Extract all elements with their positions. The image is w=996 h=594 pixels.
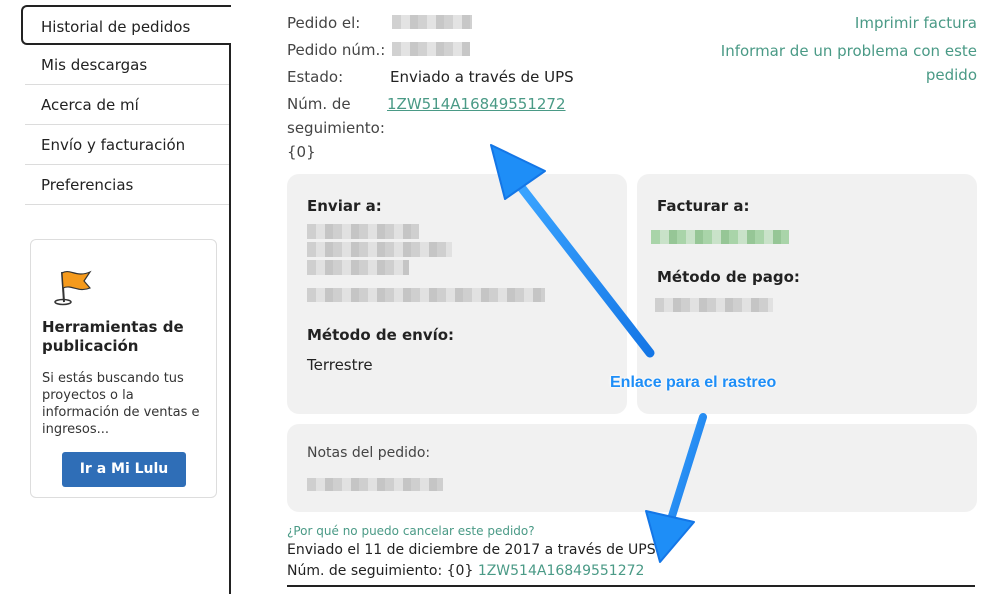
order-notes-redacted bbox=[307, 478, 443, 491]
footer-tracking-label: Núm. de seguimiento: {0} bbox=[287, 563, 474, 579]
sidebar-item-downloads[interactable]: Mis descargas bbox=[25, 45, 230, 85]
footer-tracking-number-link[interactable]: 1ZW514A16849551272 bbox=[478, 563, 645, 579]
payment-method-redacted bbox=[655, 298, 773, 312]
tracking-link-annotation: Enlace para el rastreo bbox=[610, 374, 777, 391]
bill-to-heading: Facturar a: bbox=[657, 197, 750, 215]
sidebar-item-shipping-billing[interactable]: Envío y facturación bbox=[25, 125, 230, 165]
publishing-tools-promo: Herramientas de publicación Si estás bus… bbox=[30, 239, 217, 498]
tracking-label-line3: {0} bbox=[287, 143, 316, 161]
status-value: Enviado a través de UPS bbox=[390, 68, 574, 86]
status-label: Estado: bbox=[287, 68, 344, 86]
sidebar-item-about-me[interactable]: Acerca de mí bbox=[25, 85, 230, 125]
ship-address-redacted bbox=[307, 260, 409, 275]
bill-name-redacted bbox=[651, 230, 789, 244]
report-problem-link[interactable]: Informar de un problema con este pedido bbox=[707, 39, 977, 87]
ship-address-redacted bbox=[307, 288, 545, 302]
order-date-redacted bbox=[392, 15, 472, 29]
footer-tracking-line: Núm. de seguimiento: {0} 1ZW514A16849551… bbox=[287, 563, 644, 579]
account-menu: Historial de pedidos Mis descargas Acerc… bbox=[21, 5, 231, 205]
ship-address-redacted bbox=[307, 224, 419, 239]
why-cant-cancel-link[interactable]: ¿Por qué no puedo cancelar este pedido? bbox=[287, 524, 535, 538]
payment-method-heading: Método de pago: bbox=[657, 268, 800, 286]
tracking-number-link[interactable]: 1ZW514A16849551272 bbox=[387, 92, 566, 117]
promo-text: Si estás buscando tus proyectos o la inf… bbox=[42, 371, 200, 437]
ship-address-redacted bbox=[307, 242, 452, 257]
shipped-info-text: Enviado el 11 de diciembre de 2017 a tra… bbox=[287, 542, 656, 558]
ship-to-heading: Enviar a: bbox=[307, 197, 382, 215]
shipping-method-heading: Método de envío: bbox=[307, 326, 455, 344]
tracking-label: Núm. de seguimiento: {0} bbox=[287, 92, 385, 164]
go-to-my-lulu-button[interactable]: Ir a Mi Lulu bbox=[62, 452, 186, 487]
order-notes-heading: Notas del pedido: bbox=[307, 445, 431, 461]
order-number-label: Pedido núm.: bbox=[287, 41, 386, 59]
promo-title: Herramientas de publicación bbox=[42, 318, 184, 355]
print-invoice-link[interactable]: Imprimir factura bbox=[855, 11, 977, 35]
order-date-label: Pedido el: bbox=[287, 14, 361, 32]
tracking-label-line2: seguimiento: bbox=[287, 119, 385, 137]
sidebar: Historial de pedidos Mis descargas Acerc… bbox=[0, 0, 232, 594]
shipping-method-value: Terrestre bbox=[307, 356, 373, 374]
sidebar-item-order-history[interactable]: Historial de pedidos bbox=[21, 5, 231, 45]
order-number-redacted bbox=[392, 42, 470, 56]
footer-divider bbox=[287, 585, 975, 587]
tracking-label-line1: Núm. de bbox=[287, 95, 351, 113]
sidebar-item-preferences[interactable]: Preferencias bbox=[25, 165, 230, 205]
order-notes-card: Notas del pedido: bbox=[287, 424, 977, 512]
ship-to-card: Enviar a: Método de envío: Terrestre bbox=[287, 174, 627, 414]
flag-icon bbox=[54, 270, 92, 306]
sidebar-divider bbox=[229, 44, 231, 594]
